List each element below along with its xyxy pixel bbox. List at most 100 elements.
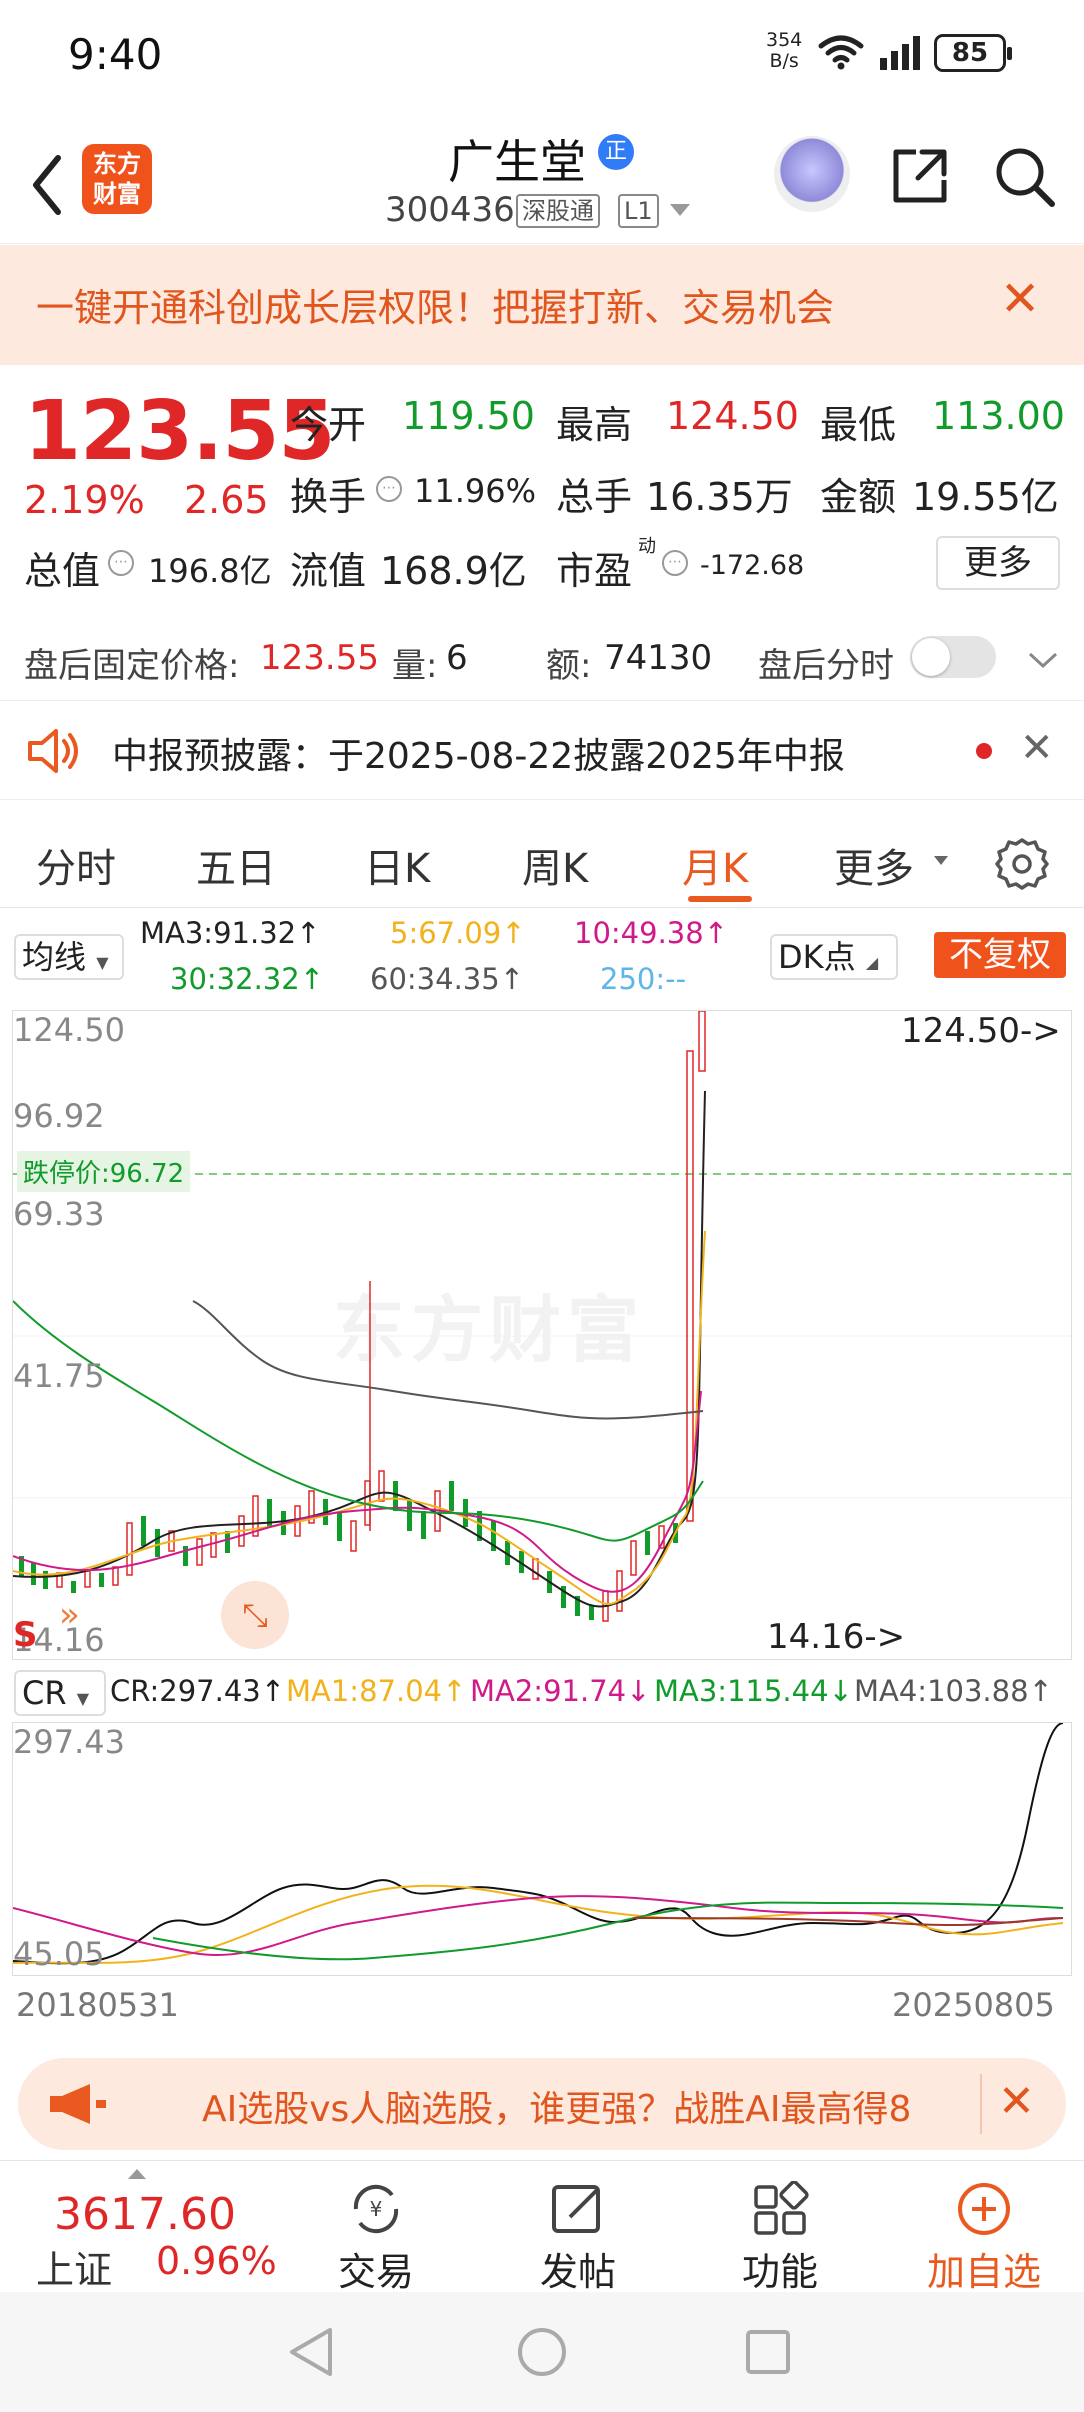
kline-canvas	[13, 1011, 1071, 1622]
battery-icon: 85	[934, 34, 1012, 72]
speaker-icon	[28, 729, 78, 773]
app-logo[interactable]: 东方 财富	[82, 144, 152, 214]
info-icon[interactable]: ⋯	[376, 476, 402, 502]
tab-daily-k[interactable]: 日K	[364, 836, 430, 894]
status-bar: 9:40 354 B/s 85	[0, 0, 1084, 110]
kline-chart[interactable]: 东方财富 124.50 96.92 跌停价:96.72 69.33 41.75 …	[12, 1010, 1072, 1660]
after-hours-amt-label: 额:	[546, 646, 592, 686]
x-start-date: 20180531	[16, 1986, 179, 2024]
after-hours-vol-label: 量:	[392, 646, 438, 686]
clock: 9:40	[68, 30, 163, 79]
grid-icon	[720, 2177, 840, 2241]
mcap-label: 总值	[24, 549, 101, 593]
cr-ma3: MA3:115.44↓	[654, 1674, 853, 1708]
after-hours-price: 123.55	[260, 638, 379, 678]
notice-bar[interactable]: 中报预披露：于2025-08-22披露2025年中报 ✕	[0, 700, 1084, 800]
divider	[980, 2074, 982, 2134]
signal-icon	[880, 36, 920, 70]
nav-functions[interactable]: 功能	[720, 2177, 840, 2296]
double-chevron-icon[interactable]: »	[59, 1595, 80, 1635]
search-icon[interactable]	[994, 146, 1056, 208]
close-icon[interactable]: ✕	[1020, 725, 1054, 771]
after-hours-amt: 74130	[604, 638, 713, 678]
s-signal-icon: S	[13, 1615, 38, 1655]
index-change[interactable]: 0.96%	[156, 2239, 277, 2283]
ma-select[interactable]: 均线 ▼	[14, 934, 124, 980]
nav-add-label: 加自选	[926, 2250, 1041, 2294]
ma250-value: 250:--	[600, 962, 687, 996]
index-name[interactable]: 上证	[36, 2239, 112, 2294]
volume-value: 16.35万	[646, 475, 793, 519]
y-tick-4: 41.75	[13, 1357, 105, 1395]
float-label: 流值	[290, 549, 367, 593]
cr-y-bottom: 45.05	[13, 1935, 105, 1973]
back-arrow-icon[interactable]	[24, 150, 74, 220]
cr-ma4: MA4:103.88↑	[854, 1674, 1053, 1708]
adjust-mode-button[interactable]: 不复权	[934, 932, 1066, 978]
nav-trade[interactable]: ¥ 交易	[316, 2177, 436, 2296]
after-hours-toggle-label: 盘后分时	[758, 646, 894, 686]
recents-square-icon[interactable]	[744, 2328, 792, 2376]
trade-icon: ¥	[316, 2177, 436, 2241]
ma5-value: 5:67.09↑	[390, 916, 526, 950]
tab-monthly-k[interactable]: 月K	[682, 836, 748, 894]
info-icon[interactable]: ⋯	[108, 550, 134, 576]
nav-add-watchlist[interactable]: 加自选	[924, 2177, 1044, 2296]
edit-icon	[518, 2177, 638, 2241]
svg-text:¥: ¥	[370, 2197, 383, 2221]
close-icon[interactable]: ✕	[998, 2076, 1035, 2127]
info-icon[interactable]: ⋯	[662, 550, 688, 576]
ad-banner[interactable]: AI选股vs人脑选股，谁更强？战胜AI最高得8 ✕	[18, 2058, 1066, 2150]
caret-down-icon: ▼	[76, 1689, 90, 1708]
logo-text-top: 东方	[93, 150, 141, 178]
notice-text[interactable]: 中报预披露：于2025-08-22披露2025年中报	[112, 727, 845, 779]
cr-ma2: MA2:91.74↓	[470, 1674, 651, 1708]
low-marker: 14.16->	[767, 1617, 906, 1657]
system-nav-bar	[0, 2292, 1084, 2412]
pe-superscript: 动	[638, 536, 656, 557]
x-end-date: 20250805	[892, 1986, 1055, 2024]
tab-five-day[interactable]: 五日	[196, 836, 276, 894]
ma10-value: 10:49.38↑	[574, 916, 728, 950]
nav-post-label: 发帖	[539, 2250, 616, 2294]
after-hours-toggle[interactable]	[910, 636, 996, 678]
promo-text[interactable]: 一键开通科创成长层权限！把握打新、交易机会	[36, 277, 834, 332]
chart-tabs: 分时 五日 日K 周K 月K 更多	[0, 812, 1084, 908]
chevron-down-icon[interactable]	[670, 204, 690, 216]
volume-label: 总手	[556, 475, 633, 519]
caret-down-icon: ▼	[96, 953, 109, 972]
ai-assistant-icon[interactable]	[774, 136, 850, 212]
tab-weekly-k[interactable]: 周K	[522, 836, 588, 894]
gear-icon[interactable]	[994, 836, 1050, 892]
bottom-nav: 3617.60 上证 0.96% ¥ 交易 发帖 功能 加自选	[0, 2160, 1084, 2294]
index-value[interactable]: 3617.60	[54, 2189, 236, 2240]
cr-chart[interactable]: 297.43 45.05	[12, 1722, 1072, 1976]
close-icon[interactable]: ✕	[1000, 275, 1040, 323]
y-tick-3: 69.33	[13, 1195, 105, 1233]
promo-banner[interactable]: 一键开通科创成长层权限！把握打新、交易机会 ✕	[0, 245, 1084, 365]
caret-up-icon[interactable]	[128, 2169, 146, 2179]
more-button[interactable]: 更多	[936, 536, 1060, 590]
cr-canvas	[13, 1723, 1064, 1965]
turnover-label: 换手	[290, 475, 367, 519]
last-price: 123.55	[24, 384, 335, 479]
chevron-down-icon[interactable]	[1026, 648, 1060, 672]
low-value: 113.00	[932, 394, 1065, 438]
share-icon[interactable]	[890, 146, 950, 206]
ad-text[interactable]: AI选股vs人脑选股，谁更强？战胜AI最高得8	[202, 2080, 972, 2132]
back-triangle-icon[interactable]	[286, 2326, 336, 2378]
nav-post[interactable]: 发帖	[518, 2177, 638, 2296]
open-label: 今开	[290, 403, 367, 447]
dk-label: DK点	[778, 938, 856, 976]
stock-name: 广生堂	[448, 135, 586, 189]
amount-label: 金额	[820, 475, 897, 519]
tab-intraday[interactable]: 分时	[36, 836, 116, 894]
expand-icon[interactable]: ⤡	[221, 1581, 289, 1649]
network-speed: 354 B/s	[766, 30, 802, 72]
indicator-select-label: CR	[22, 1674, 67, 1712]
dk-point-select[interactable]: DK点 ◢	[770, 934, 898, 980]
logo-text-bottom: 财富	[93, 180, 141, 208]
home-circle-icon[interactable]	[516, 2326, 568, 2378]
indicator-select[interactable]: CR ▼	[14, 1670, 106, 1716]
tab-more[interactable]: 更多	[834, 836, 914, 894]
